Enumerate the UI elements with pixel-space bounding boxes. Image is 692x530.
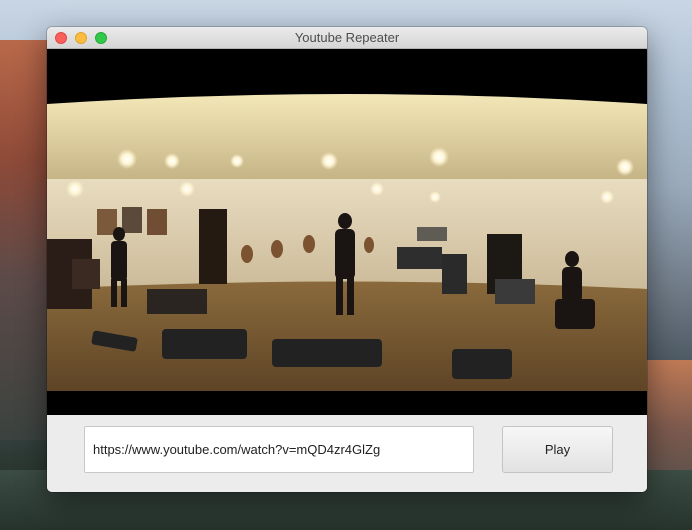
video-player[interactable] [47,49,647,415]
video-frame [47,49,647,415]
app-window: Youtube Repeater https://www.youtube.com… [47,27,647,492]
minimize-window-button[interactable] [75,32,87,44]
controls-bar: Play [47,415,647,492]
close-window-button[interactable] [55,32,67,44]
zoom-window-button[interactable] [95,32,107,44]
title-bar[interactable]: Youtube Repeater [47,27,647,49]
window-title: Youtube Repeater [294,30,400,45]
url-input[interactable] [84,426,474,473]
wallpaper-rock-left [0,40,48,440]
play-button[interactable]: Play [502,426,613,473]
